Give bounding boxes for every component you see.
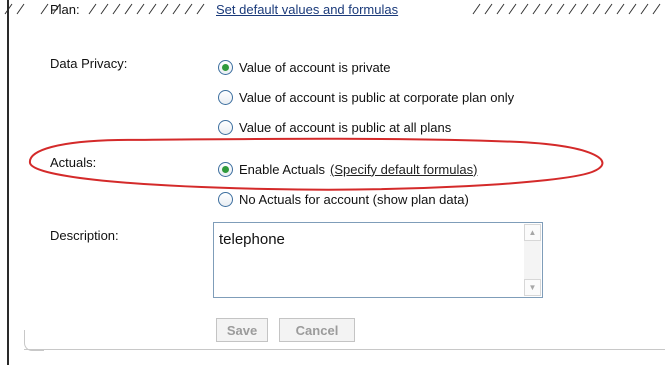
save-button[interactable]: Save: [216, 318, 268, 342]
panel-corner: [24, 330, 44, 351]
data-privacy-label: Data Privacy:: [50, 56, 128, 71]
set-default-values-link[interactable]: Set default values and formulas: [216, 2, 398, 17]
actuals-option-none[interactable]: No Actuals for account (show plan data): [218, 189, 469, 209]
left-border-line: [7, 0, 9, 365]
description-value: telephone: [219, 231, 285, 248]
radio-button[interactable]: [218, 119, 233, 135]
privacy-option-corporate[interactable]: Value of account is public at corporate …: [218, 87, 514, 107]
scroll-down-arrow-icon[interactable]: ▼: [524, 279, 541, 296]
specify-default-formulas-link[interactable]: (Specify default formulas): [330, 162, 477, 177]
radio-button[interactable]: [218, 191, 233, 207]
cancel-button[interactable]: Cancel: [279, 318, 355, 342]
privacy-option-all-plans[interactable]: Value of account is public at all plans: [218, 117, 451, 137]
actuals-option-label: No Actuals for account (show plan data): [239, 191, 469, 207]
description-label: Description:: [50, 228, 119, 243]
privacy-option-label: Value of account is public at corporate …: [239, 89, 515, 105]
textarea-scrollbar[interactable]: ▲ ▼: [524, 224, 541, 296]
actuals-option-enable[interactable]: Enable Actuals (Specify default formulas…: [218, 159, 477, 179]
privacy-option-private[interactable]: Value of account is private: [218, 57, 391, 77]
radio-button[interactable]: [218, 89, 233, 105]
scroll-up-arrow-icon[interactable]: ▲: [524, 224, 541, 241]
plan-label: Plan:: [50, 2, 80, 17]
radio-button-checked[interactable]: [218, 161, 233, 177]
actuals-option-label: Enable Actuals: [239, 161, 326, 177]
privacy-option-label: Value of account is public at all plans: [239, 119, 452, 135]
radio-button-checked[interactable]: [218, 59, 233, 75]
description-textarea[interactable]: telephone ▲ ▼: [213, 222, 543, 298]
actuals-label: Actuals:: [50, 155, 97, 170]
privacy-option-label: Value of account is private: [239, 59, 391, 75]
